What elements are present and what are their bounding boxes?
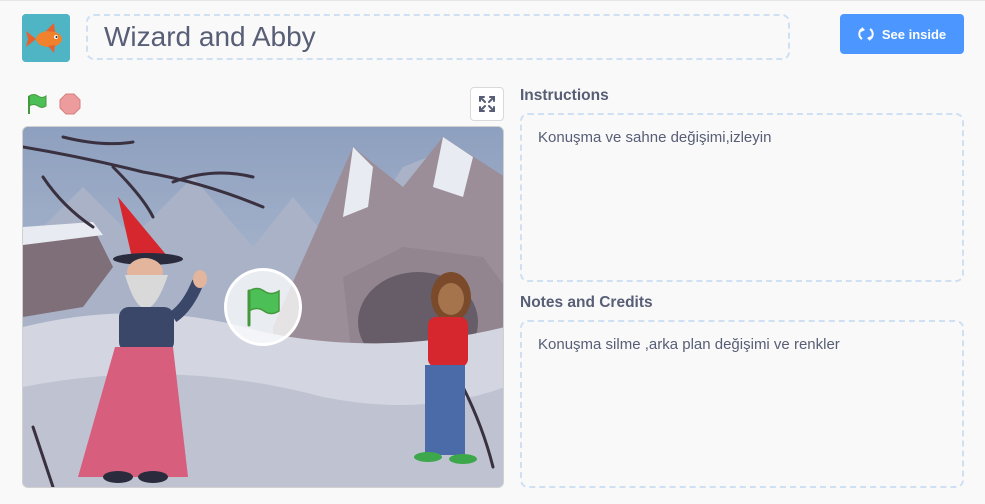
notes-text: Konuşma silme ,arka plan değişimi ve ren…: [538, 336, 840, 353]
stop-button[interactable]: [59, 93, 81, 115]
notes-heading: Notes and Credits: [520, 294, 653, 311]
green-flag-icon: [28, 94, 47, 114]
stop-sign-icon: [59, 93, 81, 115]
notes-textarea[interactable]: Konuşma silme ,arka plan değişimi ve ren…: [520, 320, 964, 488]
goldfish-thumbnail: [22, 14, 70, 62]
remix-arrows-icon: [858, 27, 874, 41]
project-title-input[interactable]: [86, 14, 790, 60]
instructions-textarea[interactable]: Konuşma ve sahne değişimi,izleyin: [520, 113, 964, 282]
see-inside-button[interactable]: See inside: [840, 14, 964, 54]
see-inside-label: See inside: [881, 26, 947, 42]
top-divider: [0, 0, 985, 1]
project-thumbnail: [22, 14, 70, 62]
fullscreen-button[interactable]: [470, 87, 504, 121]
play-overlay-button[interactable]: [224, 268, 302, 346]
instructions-heading: Instructions: [520, 87, 609, 104]
green-flag-button[interactable]: [26, 93, 48, 115]
green-flag-play-icon: [247, 287, 280, 327]
fullscreen-expand-icon: [479, 96, 495, 112]
instructions-text: Konuşma ve sahne değişimi,izleyin: [538, 129, 772, 146]
project-stage[interactable]: [22, 126, 504, 488]
